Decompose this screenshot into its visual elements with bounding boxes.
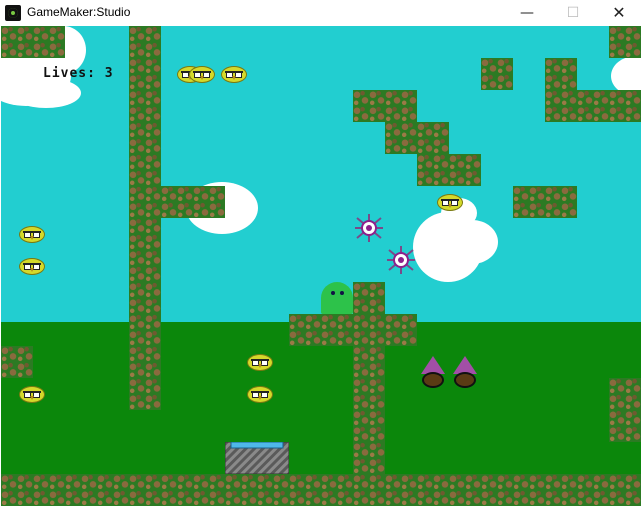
trampoline xyxy=(225,442,289,474)
title-bar[interactable]: GameMaker:Studio — ☐ ✕ xyxy=(0,0,642,26)
floor-block xyxy=(1,474,641,506)
wall-block xyxy=(545,58,577,122)
wall-block xyxy=(353,90,417,122)
wall-block xyxy=(129,26,161,410)
wizard-enemy xyxy=(421,356,445,390)
maximize-button[interactable]: ☐ xyxy=(550,0,596,26)
wall-block xyxy=(353,282,385,474)
wall-block xyxy=(1,346,33,378)
wall-block xyxy=(289,314,417,346)
wall-block xyxy=(513,186,577,218)
player-ghost xyxy=(321,282,353,314)
wall-block xyxy=(481,58,513,90)
wall-block xyxy=(577,90,641,122)
bird-enemy xyxy=(19,226,45,243)
gamemaker-logo-icon xyxy=(5,5,21,21)
wall-block xyxy=(1,26,65,58)
wall-block xyxy=(609,378,641,442)
wall-block xyxy=(385,122,449,154)
close-button[interactable]: ✕ xyxy=(596,0,642,26)
bird-enemy xyxy=(19,258,45,275)
spider-enemy xyxy=(387,246,415,274)
minimize-button[interactable]: — xyxy=(504,0,550,26)
lives-counter: Lives: 3 xyxy=(43,66,114,81)
cloud xyxy=(11,78,81,108)
window-title: GameMaker:Studio xyxy=(27,5,131,19)
bird-enemy xyxy=(189,66,215,83)
wizard-enemy xyxy=(453,356,477,390)
wall-block xyxy=(609,26,641,58)
spider-enemy xyxy=(355,214,383,242)
bird-enemy xyxy=(247,354,273,371)
app-window: GameMaker:Studio — ☐ ✕ Lives: 3 xyxy=(0,0,642,507)
wall-block xyxy=(417,154,481,186)
bird-enemy xyxy=(221,66,247,83)
game-viewport[interactable]: Lives: 3 xyxy=(1,26,641,506)
wall-block xyxy=(161,186,225,218)
bird-enemy xyxy=(247,386,273,403)
bird-enemy xyxy=(437,194,463,211)
bird-enemy xyxy=(19,386,45,403)
